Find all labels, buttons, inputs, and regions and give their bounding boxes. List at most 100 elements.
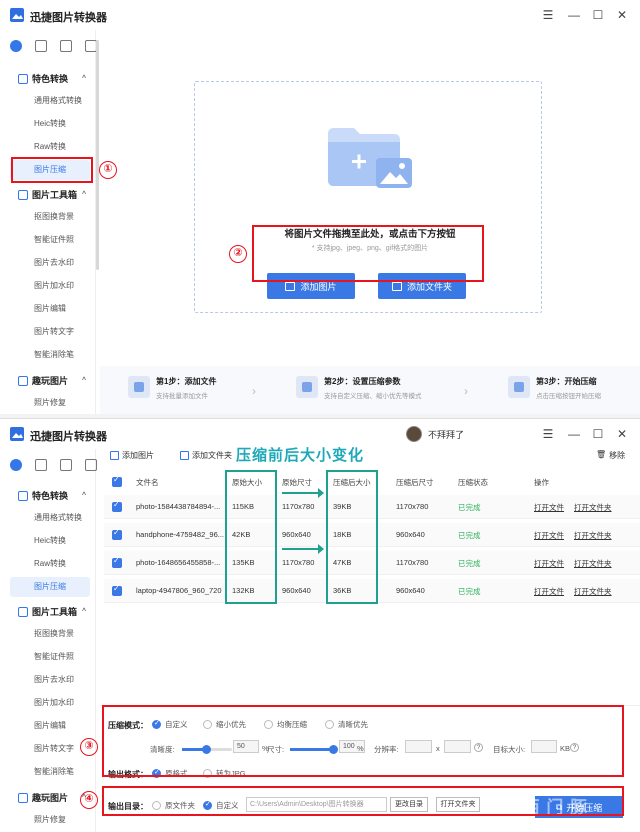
chevron-right-icon: › [464, 384, 468, 398]
section-feature-convert[interactable]: 特色转换 ^ [18, 72, 86, 85]
cell-op1[interactable]: 打开文件 [534, 586, 570, 597]
convert-section-icon [18, 490, 28, 501]
cell-status: 已完成 [458, 531, 481, 540]
cell-orig-dim: 1170x780 [282, 558, 315, 567]
copy-icon[interactable] [85, 459, 97, 471]
sidebar-item-heic[interactable]: Heic转换 [10, 531, 90, 551]
minimize-button[interactable]: — [564, 6, 584, 24]
app-logo-icon [10, 8, 24, 22]
app-title: 迅捷图片转换器 [30, 431, 107, 443]
sidebar-item-general-convert[interactable]: 通用格式转换 [10, 508, 90, 528]
settings-icon [296, 376, 318, 398]
sidebar-item-remove-watermark[interactable]: 图片去水印 [10, 253, 90, 273]
sidebar-item-photo-repair[interactable]: 照片修复 [10, 810, 90, 830]
maximize-button[interactable]: ☐ [588, 425, 608, 443]
sidebar-item-cutout[interactable]: 抠图换背景 [10, 624, 90, 644]
cell-new-dim: 1170x780 [396, 558, 429, 567]
cell-op2[interactable]: 打开文件夹 [574, 502, 620, 513]
sidebar: 特色转换 ^ 通用格式转换 Heic转换 Raw转换 图片压缩 图片工具箱 ^ 抠图… [0, 30, 97, 414]
toolbox-icon [18, 606, 28, 617]
minimize-button[interactable]: — [564, 425, 584, 443]
sidebar-item-raw[interactable]: Raw转换 [10, 554, 90, 574]
image-icon[interactable] [60, 459, 72, 471]
sidebar-item-heic[interactable]: Heic转换 [10, 114, 90, 134]
maximize-button[interactable]: ☐ [588, 6, 608, 24]
toolbox-icon [18, 189, 28, 200]
row-checkbox[interactable] [112, 556, 122, 568]
cell-op1[interactable]: 打开文件 [534, 530, 570, 541]
section-feature-convert[interactable]: 特色转换 ^ [18, 489, 86, 502]
add-image-toolbar-button[interactable]: 添加图片 [110, 450, 154, 461]
app-title: 迅捷图片转换器 [30, 12, 107, 24]
sidebar-item-general-convert[interactable]: 通用格式转换 [10, 91, 90, 111]
cell-new-dim: 960x640 [396, 530, 425, 539]
add-folder-toolbar-button[interactable]: 添加文件夹 [180, 450, 232, 461]
cell-name: photo-1648656455858-... [136, 558, 221, 567]
menu-icon[interactable]: ☰ [538, 425, 558, 443]
chevron-up-icon: ^ [82, 608, 87, 615]
sidebar-item-remove-watermark[interactable]: 图片去水印 [10, 670, 90, 690]
sidebar-item-eraser[interactable]: 智能消除笔 [10, 762, 90, 782]
step-2: 第2步：设置压缩参数 支持自定义压缩、缩小优先等模式 [296, 376, 422, 400]
cell-op2[interactable]: 打开文件夹 [574, 558, 620, 569]
user-account[interactable]: 不拜拜了 [406, 426, 464, 442]
sidebar-item-compress[interactable]: 图片压缩 [10, 577, 90, 597]
close-button[interactable]: ✕ [612, 6, 632, 24]
row-checkbox[interactable] [112, 528, 122, 540]
section-image-toolbox[interactable]: 图片工具箱 ^ [18, 188, 86, 201]
cell-status: 已完成 [458, 587, 481, 596]
section-fun-images[interactable]: 趣玩图片 ^ [18, 374, 86, 387]
arrow-right-icon [282, 544, 324, 554]
sidebar-item-id-photo[interactable]: 智能证件照 [10, 647, 90, 667]
window-upload: 迅捷图片转换器 ☰ — ☐ ✕ 特色转换 ^ 通用格式转换 Heic转换 Raw转… [0, 0, 640, 414]
annotation-3: ③ [80, 738, 98, 756]
fun-icon [18, 792, 28, 803]
sidebar-item-id-photo[interactable]: 智能证件照 [10, 230, 90, 250]
annotation-box-new [326, 470, 378, 604]
sidebar-item-cutout[interactable]: 抠图换背景 [10, 207, 90, 227]
cell-op1[interactable]: 打开文件 [534, 502, 570, 513]
close-button[interactable]: ✕ [612, 425, 632, 443]
remove-button[interactable]: 🗑 移除 [596, 450, 625, 461]
col-status: 压缩状态 [458, 478, 488, 487]
cell-op2[interactable]: 打开文件夹 [574, 530, 620, 541]
sidebar-item-raw[interactable]: Raw转换 [10, 137, 90, 157]
sidebar-item-ocr[interactable]: 图片转文字 [10, 739, 90, 759]
step-3: 第3步：开始压缩 点击压缩按钮开始压缩 [508, 376, 601, 400]
sidebar-toolbar [10, 40, 97, 52]
sidebar-item-photo-repair[interactable]: 照片修复 [10, 393, 90, 413]
chevron-up-icon: ^ [82, 191, 87, 198]
convert-icon[interactable] [35, 40, 47, 52]
cell-new-dim: 960x640 [396, 586, 425, 595]
image-icon[interactable] [60, 40, 72, 52]
folder-image-icon [328, 128, 412, 188]
annotation-4: ④ [80, 791, 98, 809]
menu-icon[interactable]: ☰ [538, 6, 558, 24]
app-logo-icon [10, 427, 24, 441]
sidebar-item-edit[interactable]: 图片编辑 [10, 299, 90, 319]
section-fun-images[interactable]: 趣玩图片 ^ [18, 791, 86, 804]
sidebar-scrollbar[interactable] [96, 40, 99, 270]
home-icon[interactable] [10, 459, 22, 471]
cell-op1[interactable]: 打开文件 [534, 558, 570, 569]
row-checkbox[interactable] [112, 500, 122, 512]
section-image-toolbox[interactable]: 图片工具箱 ^ [18, 605, 86, 618]
sidebar-item-edit[interactable]: 图片编辑 [10, 716, 90, 736]
annotation-box-4 [102, 786, 624, 816]
cell-op2[interactable]: 打开文件夹 [574, 586, 620, 597]
col-actions: 操作 [534, 478, 549, 487]
sidebar-item-eraser[interactable]: 智能消除笔 [10, 345, 90, 365]
select-all-checkbox[interactable] [112, 475, 122, 487]
cell-orig-dim: 960x640 [282, 530, 311, 539]
annotation-box-1 [11, 157, 93, 183]
row-checkbox[interactable] [112, 584, 122, 596]
add-folder-icon [180, 451, 189, 460]
col-new-dim: 压缩后尺寸 [396, 478, 434, 487]
convert-icon[interactable] [35, 459, 47, 471]
annotation-box-2 [252, 225, 484, 282]
cell-name: handphone-4759482_96... [136, 530, 224, 539]
sidebar-item-add-watermark[interactable]: 图片加水印 [10, 276, 90, 296]
sidebar-item-add-watermark[interactable]: 图片加水印 [10, 693, 90, 713]
sidebar-item-ocr[interactable]: 图片转文字 [10, 322, 90, 342]
home-icon[interactable] [10, 40, 22, 52]
